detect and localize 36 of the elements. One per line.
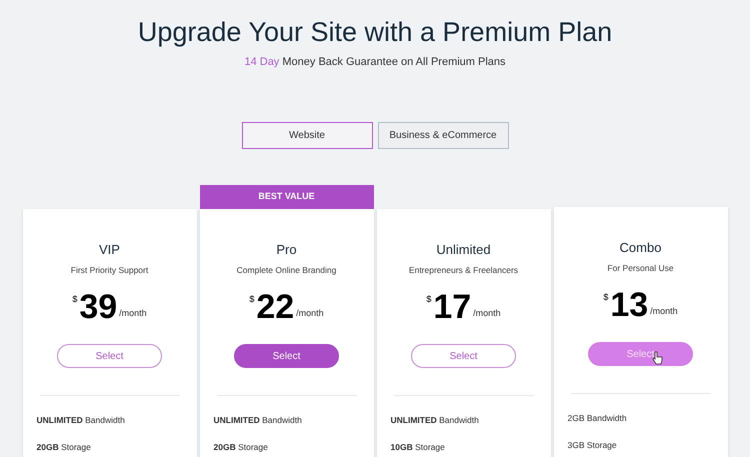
feature-text: 10GB Storage xyxy=(390,441,446,454)
feature-text: 2GB Bandwidth xyxy=(568,412,627,425)
currency-symbol: $ xyxy=(249,292,254,306)
plan-tagline: First Priority Support xyxy=(70,264,148,277)
currency-symbol: $ xyxy=(603,290,608,304)
currency-symbol: $ xyxy=(426,292,432,306)
feature-text: 20GB Storage xyxy=(36,441,92,454)
page-title: Upgrade Your Site with a Premium Plan xyxy=(138,16,612,49)
price-period: /month xyxy=(650,304,678,318)
feature-text: UNLIMITED Bandwidth xyxy=(214,414,302,427)
plan-tagline: For Personal Use xyxy=(607,262,674,275)
plan-price: 22 xyxy=(256,288,294,325)
price-period: /month xyxy=(296,306,324,320)
feature-text: UNLIMITED Bandwidth xyxy=(36,414,125,427)
price-period: /month xyxy=(119,306,147,320)
plan-tab[interactable]: Website xyxy=(242,122,372,148)
plan-name: Unlimited xyxy=(436,240,491,258)
plan-price: 39 xyxy=(79,288,118,325)
plan-name: VIP xyxy=(99,240,120,258)
select-button[interactable]: Select xyxy=(411,344,516,368)
subtitle: 14 Day Money Back Guarantee on All Premium Plans xyxy=(244,55,506,70)
plan-price: 13 xyxy=(610,286,648,323)
select-button[interactable]: Select xyxy=(234,344,339,368)
plan-tagline: Entrepreneurs & Freelancers xyxy=(408,264,518,277)
plan-tagline: Complete Online Branding xyxy=(236,264,336,277)
plan-name: Combo xyxy=(620,238,662,256)
plan-name: Pro xyxy=(276,240,297,258)
feature-text: UNLIMITED Bandwidth xyxy=(390,414,479,427)
price-period: /month xyxy=(473,306,501,320)
select-button[interactable]: Select xyxy=(57,344,162,368)
plan-price: 17 xyxy=(433,288,472,325)
currency-symbol: $ xyxy=(72,292,78,306)
plan-tab[interactable]: Business & eCommerce xyxy=(378,122,508,148)
feature-text: 20GB Storage xyxy=(214,441,269,454)
best-value-banner: BEST VALUE xyxy=(200,184,374,208)
feature-text: 3GB Storage xyxy=(568,439,618,452)
